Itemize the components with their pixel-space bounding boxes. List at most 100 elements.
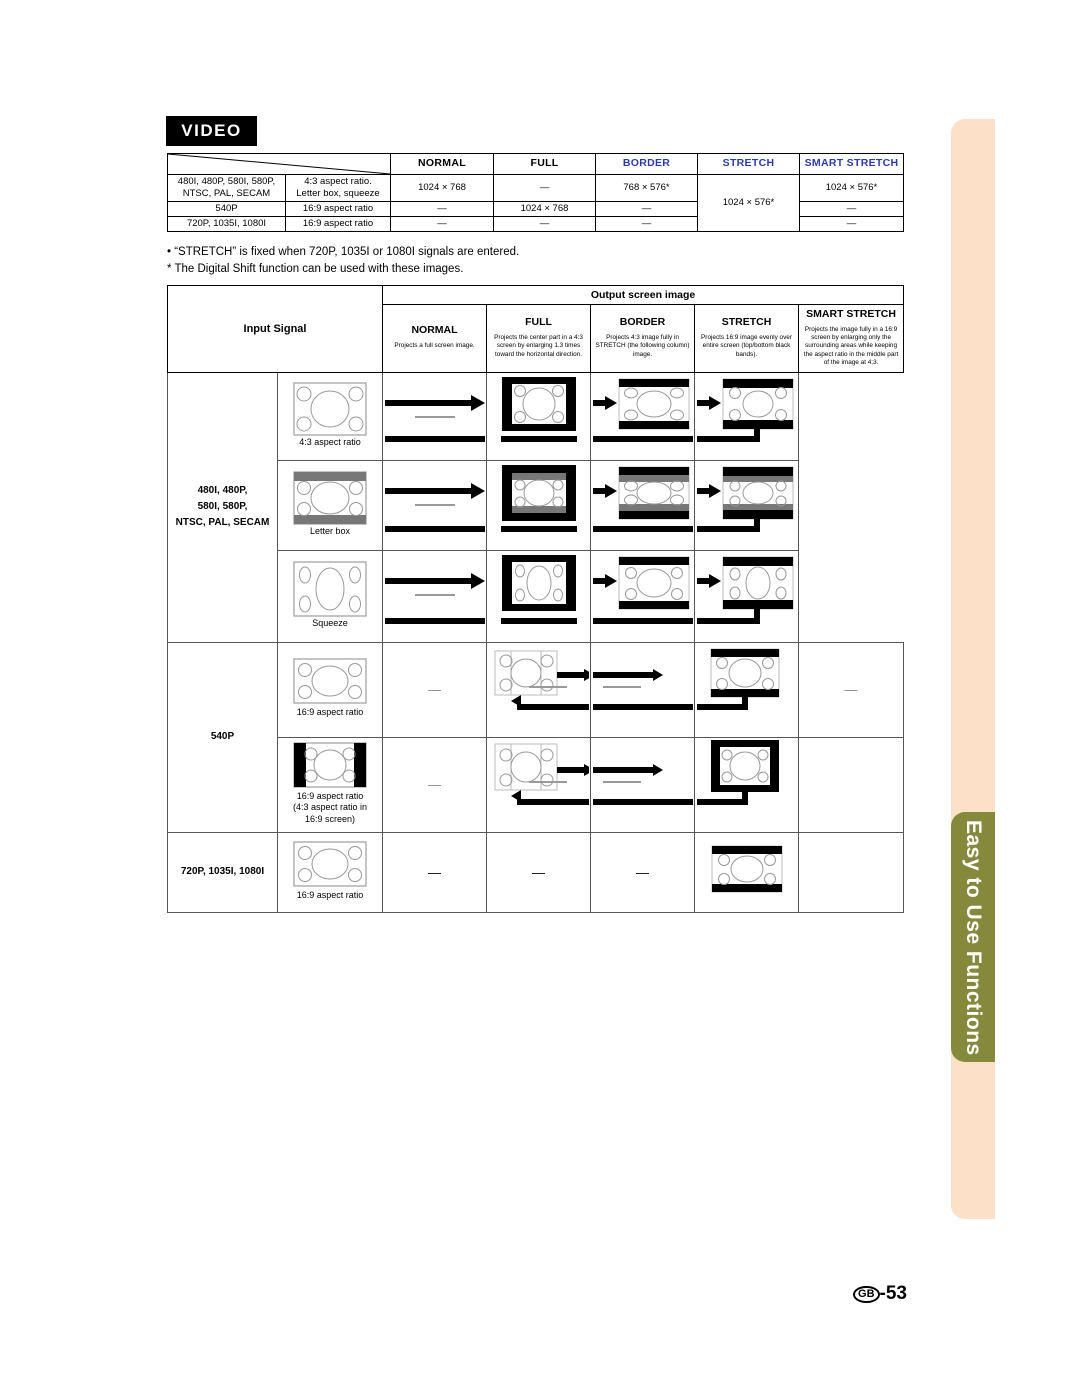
screen-stretch-blackframe-icon — [686, 740, 779, 806]
col-header-smart-stretch: SMART STRETCH — [799, 153, 904, 175]
table-row: 16:9 aspect ratio (4:3 aspect ratio in 1… — [168, 736, 905, 833]
input-caption-1: 4:3 aspect ratio — [299, 436, 361, 447]
page-footer: GB -53 — [0, 1283, 1080, 1305]
input-caption-2: Letter box — [309, 525, 351, 536]
cell-border-3: — — [595, 215, 698, 232]
cell-smart-g3 — [798, 831, 905, 913]
mode-desc-stretch: Projects 16:9 image evenly over entire s… — [701, 334, 792, 358]
input-caption-4: 16:9 aspect ratio — [296, 707, 364, 718]
cell-stretch-all: 1024 × 576* — [697, 174, 800, 232]
screen-stretch-letterbox-icon — [686, 466, 794, 532]
footnote-digital-shift: * The Digital Shift function can be used… — [167, 262, 464, 275]
screen-full-pillarbox-icon — [494, 743, 599, 806]
input-caption-5-line1: 16:9 aspect ratio — [296, 791, 364, 802]
table-row: 720P, 1035I, 1080I 16:9 aspect ratio — —… — [167, 831, 905, 913]
table-row: 480I, 480P, 580I, 580P, NTSC, PAL, SECAM… — [167, 371, 904, 643]
cell-normal-g1r3 — [374, 549, 495, 643]
input-caption-3: Squeeze — [312, 617, 348, 628]
screen-border-squeeze-icon — [582, 556, 703, 624]
cell-full-g1r1 — [486, 371, 592, 461]
cell-normal-g1r2 — [374, 459, 495, 551]
cell-normal-g2r2: — — [382, 736, 488, 833]
cell-border-g1r3 — [582, 549, 703, 643]
mode-col-smart-stretch: SMART STRETCH Projects the image fully i… — [798, 304, 905, 373]
cell-normal-g3: — — [382, 831, 488, 913]
cell-full-g1r2 — [486, 459, 592, 551]
flow-arrow-right-long — [374, 394, 495, 442]
table-row: 540P 16:9 aspect ratio — — — [167, 641, 905, 833]
cell-smart-3: — — [799, 215, 904, 232]
screen-full-16x9-icon — [494, 650, 599, 711]
cell-stretch-g2r1 — [686, 641, 800, 738]
screen-full-letterbox-icon — [490, 464, 591, 532]
cell-smart-1: 1024 × 576* — [799, 174, 904, 202]
screen-border-icon — [582, 378, 703, 442]
output-screen-image-header: Output screen image — [382, 285, 905, 305]
mode-desc-full: Projects the center part in a 4:3 screen… — [494, 334, 583, 358]
diagonal-header-cell — [167, 153, 391, 175]
cell-full-g2r1 — [486, 641, 599, 738]
cell-smart-2: — — [799, 200, 904, 217]
cell-border-g1r1 — [582, 371, 703, 461]
cell-aspect-2: 16:9 aspect ratio — [285, 200, 391, 217]
screen-squeeze-icon — [293, 561, 367, 617]
flow-continue-icon — [582, 669, 703, 711]
cell-stretch-g1r2 — [686, 459, 800, 551]
footnotes: • “STRETCH” is fixed when 720P, 1035I or… — [167, 244, 519, 277]
cell-aspect-1: 4:3 aspect ratio. Letter box, squeeze — [285, 174, 391, 202]
cell-normal-2: — — [390, 200, 494, 217]
mode-name-normal: NORMAL — [411, 324, 458, 337]
mode-name-full: FULL — [525, 316, 552, 329]
input-signal-header: Input Signal — [243, 322, 307, 335]
input-thumb-6: 16:9 aspect ratio — [276, 831, 384, 913]
footnote-stretch: • “STRETCH” is fixed when 720P, 1035I or… — [167, 246, 520, 258]
flow-arrow-right-long — [374, 482, 495, 532]
input-thumb-3: Squeeze — [276, 549, 384, 643]
mode-desc-border: Projects 4:3 image fully in STRETCH (the… — [595, 334, 690, 358]
col-header-stretch: STRETCH — [697, 153, 800, 175]
cell-smart-g2r2 — [798, 736, 905, 833]
table-row: Letter box — [168, 459, 904, 551]
resolution-summary-table: NORMAL FULL BORDER STRETCH SMART STRETCH… — [167, 153, 904, 232]
input-caption-6: 16:9 aspect ratio — [296, 889, 364, 900]
screen-full-squeeze-icon — [490, 554, 591, 624]
cell-signal-1: 480I, 480P, 580I, 580P, NTSC, PAL, SECAM — [167, 174, 286, 202]
sidebar-section-label: Easy to Use Functions — [962, 820, 985, 1056]
signal-group-3: 720P, 1035I, 1080I — [167, 831, 278, 913]
section-badge-video: VIDEO — [166, 116, 257, 146]
diagonal-line-icon — [168, 154, 390, 174]
input-thumb-1: 4:3 aspect ratio — [276, 371, 384, 461]
cell-full-2: 1024 × 768 — [493, 200, 596, 217]
screen-16x9-icon — [293, 841, 367, 887]
input-thumb-4: 16:9 aspect ratio — [276, 641, 384, 738]
table-row: Squeeze — [168, 549, 904, 643]
mode-name-stretch: STRETCH — [721, 316, 772, 329]
cell-stretch-g1r1 — [686, 371, 800, 461]
cell-stretch-g3 — [694, 831, 800, 913]
screen-border-letterbox-icon — [582, 466, 703, 532]
section-badge-label: VIDEO — [181, 121, 242, 140]
cell-normal-1: 1024 × 768 — [390, 174, 494, 202]
cell-border-g3: — — [590, 831, 696, 913]
table-row: NORMAL FULL BORDER STRETCH SMART STRETCH — [167, 153, 904, 175]
cell-full-3: — — [493, 215, 596, 232]
input-caption-5: 16:9 aspect ratio (4:3 aspect ratio in 1… — [293, 791, 367, 829]
screen-stretch-squeeze-icon — [686, 556, 794, 624]
mode-name-smart-stretch: SMART STRETCH — [806, 308, 896, 320]
screen-letterbox-icon — [293, 471, 367, 525]
signal-group-2-line1: 540P — [210, 731, 235, 743]
screen-pillarbox-icon — [293, 742, 367, 788]
page-number-block: GB -53 — [853, 1283, 907, 1305]
cell-full-g3: — — [486, 831, 592, 913]
signal-group-3-line1: 720P, 1035I, 1080I — [180, 866, 265, 878]
flow-continue-icon — [582, 764, 703, 806]
cell-smart-g2r1: — — [798, 641, 905, 738]
cell-full-g1r3 — [486, 549, 592, 643]
cell-full-1: — — [493, 174, 596, 202]
screen-full-black-frame-icon — [490, 376, 591, 442]
screen-4x3-icon — [293, 382, 367, 436]
signal-line-1: 480I, 480P, 580I, 580P, — [177, 176, 276, 187]
mode-desc-smart-stretch: Projects the image fully in a 16:9 scree… — [803, 326, 899, 366]
page-number: -53 — [879, 1283, 907, 1304]
sidebar-section-tab: Easy to Use Functions — [951, 812, 995, 1062]
